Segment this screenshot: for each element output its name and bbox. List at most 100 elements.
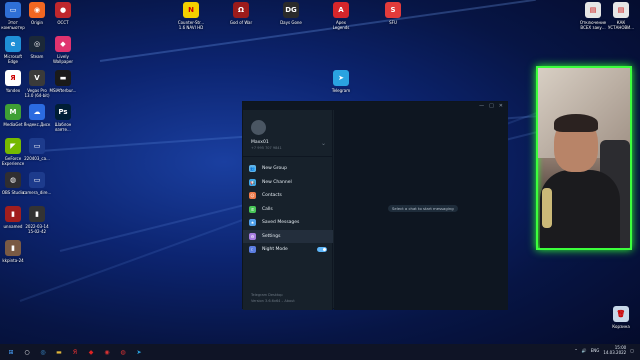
desktop-icon-gow[interactable]: Ω God of War (218, 2, 264, 25)
profile-phone: +7 995 707 9841 (251, 146, 282, 150)
apex-icon: A (333, 2, 349, 18)
menu-item-label: Night Mode (262, 247, 288, 252)
avatar[interactable] (251, 120, 266, 135)
photo-icon: ▮ (29, 206, 45, 222)
new-channel-icon: 📢 (249, 178, 256, 186)
desktop-icon-photo[interactable]: ▮ 2022-03-14 15-02-42 (14, 206, 60, 234)
desktop-icon-sfu[interactable]: S SFU (370, 2, 416, 25)
desktop-icon-ps[interactable]: Ps Шаблон взяте... (40, 104, 86, 132)
desktop-icon-msiafter[interactable]: ▬ MSIAfterbur... (40, 70, 86, 93)
desktop-icon-apex[interactable]: A Apex Legends (318, 2, 364, 30)
desktop-icon-label: 220403_ca... (24, 156, 50, 161)
search-icon[interactable]: ○ (22, 347, 32, 357)
desktop-icon-label: Lively Wallpaper (52, 54, 73, 64)
taskbar-app-icon[interactable]: ◎ (38, 347, 48, 357)
maximize-icon[interactable]: □ (489, 102, 494, 110)
menu-item-label: New Group (262, 166, 287, 171)
menu-item-saved[interactable]: ★ Saved Messages (243, 216, 333, 229)
csgo-icon: N (183, 2, 199, 18)
volume-icon[interactable]: 🔊 (582, 348, 587, 353)
desktop-icon-label: Корзина (612, 324, 630, 329)
saved-icon: ★ (249, 219, 256, 226)
desktop-icon-label: Counter-Str... 1.6 NAVI HD (177, 20, 205, 30)
install-icon: ▤ (613, 2, 629, 18)
webcam-overlay (536, 66, 632, 250)
menu-item-settings[interactable]: ⚙ Settings (243, 229, 333, 243)
menu-item-night[interactable]: ☾ Night Mode (243, 243, 333, 256)
telegram-window: — □ ✕ Maxx01 +7 995 707 9841 ⌄ 👥 New Grou… (242, 101, 508, 310)
system-tray: ⌃ 🔊 ENG 15:00 14.03.2022 ▢ (574, 345, 634, 355)
desktop-icon-label: Шаблон взяте... (54, 122, 72, 132)
menu-item-contacts[interactable]: ☺ Contacts (243, 189, 333, 202)
shot1-icon: ▭ (29, 138, 45, 154)
desktop-icon-camera[interactable]: ▭ camera_dire... (14, 172, 60, 195)
menu-item-label: New Channel (262, 179, 292, 185)
desktop-icon-label: kkpinta-24 (2, 258, 24, 263)
desktop-icon-label: Days Gone (280, 20, 302, 25)
desktop-icon-lively[interactable]: ◆ Lively Wallpaper (40, 36, 86, 64)
side-menu: Maxx01 +7 995 707 9841 ⌄ 👥 New Group 📢 New … (243, 110, 333, 310)
bin-icon: 🗑 (613, 306, 629, 322)
app-name: Telegram Desktop (251, 293, 283, 297)
desktop-icon-label: Apex Legends (332, 20, 350, 30)
occt-icon: ● (55, 2, 71, 18)
contacts-icon: ☺ (249, 192, 256, 199)
desktop-icon-label: God of War (229, 20, 253, 25)
language-indicator[interactable]: ENG (591, 348, 600, 353)
close-icon[interactable]: ✕ (499, 102, 503, 110)
desktop-icon-label: Telegram (331, 88, 351, 93)
menu-item-label: Contacts (262, 193, 282, 198)
taskbar-app-icon[interactable]: ▬ (54, 347, 64, 357)
desktop-icon-label: 2022-03-14 15-02-42 (25, 224, 49, 234)
telegram_desk-icon: ➤ (333, 70, 349, 86)
title-bar: — □ ✕ (243, 102, 507, 110)
taskbar-app-icon[interactable]: ◉ (102, 347, 112, 357)
menu-item-label: Saved Messages (262, 220, 300, 225)
camera-icon: ▭ (29, 172, 45, 188)
calls-icon: ✆ (249, 205, 256, 213)
desktop-icon-label: MSIAfterbur... (49, 88, 77, 93)
clock[interactable]: 15:00 14.03.2022 (603, 345, 626, 355)
desktop-icon-kkpinta[interactable]: ▮ kkpinta-24 (0, 240, 36, 263)
taskbar-app-icon[interactable]: ◆ (86, 347, 96, 357)
taskbar: ⊞ ○ ◎ ▬ Я ◆ ◉ ◍ ➤ ⌃ 🔊 ENG 15:00 14.03.2022 ▢ (0, 344, 640, 360)
desktop-icon-label: КАК УСТАНОВИ... (607, 20, 635, 30)
desktop-icon-bin[interactable]: 🗑 Корзина (598, 306, 640, 329)
kkpinta-icon: ▮ (5, 240, 21, 256)
menu-item-label: Calls (262, 206, 273, 212)
divider (243, 156, 333, 157)
desktop-icon-install[interactable]: ▤ КАК УСТАНОВИ... (598, 2, 640, 30)
chevron-down-icon[interactable]: ⌄ (321, 140, 326, 147)
chat-area: Select a chat to start messaging (334, 110, 508, 310)
desktop-icon-telegram_desk[interactable]: ➤ Telegram (318, 70, 364, 93)
menu-item-new-channel[interactable]: 📢 New Channel (243, 176, 333, 189)
settings-icon: ⚙ (249, 232, 256, 240)
desktop-icon-shot1[interactable]: ▭ 220403_ca... (14, 138, 60, 161)
lively-icon: ◆ (55, 36, 71, 52)
profile-name: Maxx01 (251, 140, 269, 145)
desktop-icon-label: SFU (389, 20, 397, 25)
minimize-icon[interactable]: — (479, 102, 484, 110)
msiafter-icon: ▬ (55, 70, 71, 86)
menu-item-new-group[interactable]: 👥 New Group (243, 162, 333, 175)
desktop-icon-label: OCCT (57, 20, 69, 25)
taskbar-app-icon[interactable]: Я (70, 347, 80, 357)
gow-icon: Ω (233, 2, 249, 18)
notifications-icon[interactable]: ▢ (630, 348, 634, 353)
desktop-icon-label: camera_dire... (22, 190, 52, 195)
taskbar-app-icon[interactable]: ➤ (134, 347, 144, 357)
empty-chat-hint: Select a chat to start messaging (388, 205, 458, 212)
desktop-icon-daysgone[interactable]: DG Days Gone (268, 2, 314, 25)
desktop-icon-occt[interactable]: ● OCCT (40, 2, 86, 25)
taskbar-app-icon[interactable]: ◍ (118, 347, 128, 357)
daysgone-icon: DG (283, 2, 299, 18)
clock-date: 14.03.2022 (603, 350, 627, 355)
menu-item-label: Settings (262, 233, 281, 239)
version-link[interactable]: Version 3.6.6x64 – About (251, 299, 295, 303)
night-mode-toggle[interactable] (317, 247, 327, 252)
start-icon[interactable]: ⊞ (6, 347, 16, 357)
chevron-up-icon[interactable]: ⌃ (574, 348, 577, 353)
night-icon: ☾ (249, 246, 256, 253)
desktop-icon-csgo[interactable]: N Counter-Str... 1.6 NAVI HD (168, 2, 214, 30)
menu-item-calls[interactable]: ✆ Calls (243, 203, 333, 216)
